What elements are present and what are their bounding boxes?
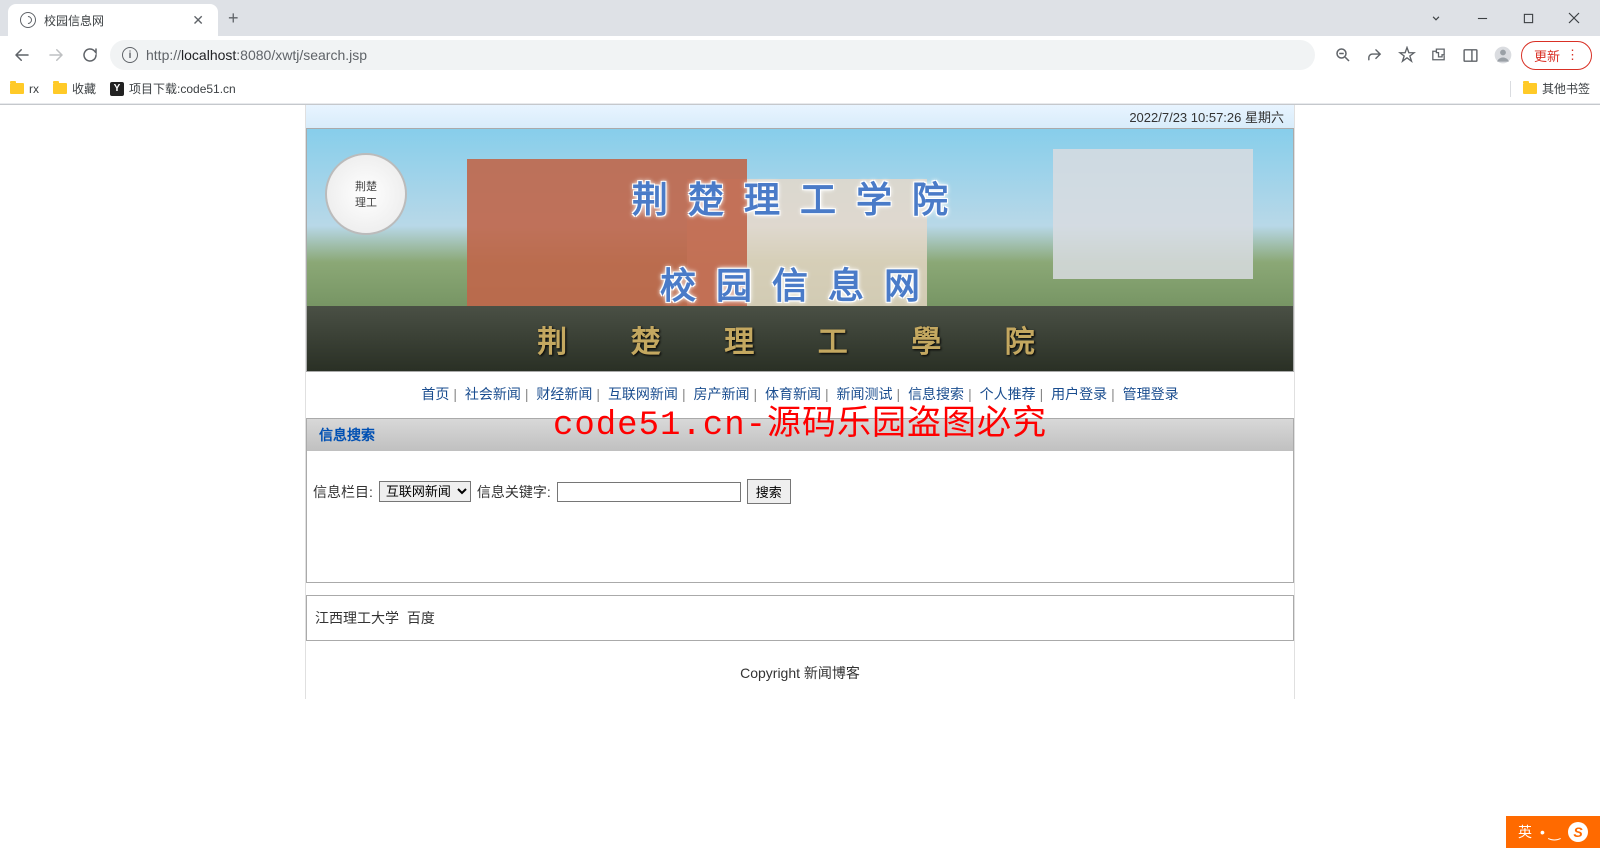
info-icon[interactable]: i xyxy=(122,47,138,63)
ime-logo-icon: S xyxy=(1568,822,1588,842)
separator: | xyxy=(1039,386,1045,402)
separator xyxy=(1510,81,1511,97)
menu-dots-icon: ⋮ xyxy=(1566,47,1579,63)
address-bar[interactable]: i http://localhost:8080/xwtj/search.jsp xyxy=(110,40,1315,70)
separator: | xyxy=(752,386,758,402)
keyword-input[interactable] xyxy=(557,482,741,502)
sign-wall: 荆 楚 理 工 學 院 xyxy=(307,306,1293,371)
zoom-icon[interactable] xyxy=(1329,41,1357,69)
browser-chrome: 校园信息网 ✕ + i http://localhost:8080/xwtj/s… xyxy=(0,0,1600,105)
banner-title-school: 荆楚理工学院 xyxy=(632,171,968,223)
url-text: http://localhost:8080/xwtj/search.jsp xyxy=(146,47,367,63)
friend-links: 江西理工大学 百度 xyxy=(306,595,1294,641)
bookmark-rx[interactable]: rx xyxy=(10,82,39,96)
nav-search[interactable]: 信息搜索 xyxy=(905,386,967,402)
nav-home[interactable]: 首页 xyxy=(418,386,452,402)
window-controls xyxy=(1414,3,1600,33)
category-select[interactable]: 互联网新闻 xyxy=(379,481,471,502)
folder-icon xyxy=(10,83,24,94)
banner-title-site: 校园信息网 xyxy=(660,257,940,309)
url-host: localhost xyxy=(181,47,236,63)
category-label: 信息栏目: xyxy=(313,482,373,502)
separator: | xyxy=(452,386,458,402)
nav-admin-login[interactable]: 管理登录 xyxy=(1120,386,1182,402)
separator: | xyxy=(524,386,530,402)
share-icon[interactable] xyxy=(1361,41,1389,69)
reload-button[interactable] xyxy=(76,41,104,69)
building-decoration xyxy=(1053,149,1253,279)
page-container: 2022/7/23 10:57:26 星期六 荆楚理工 荆楚理工学院 校园信息网… xyxy=(305,105,1295,699)
separator: | xyxy=(824,386,830,402)
bookmark-code51[interactable]: Y 项目下载:code51.cn xyxy=(110,80,236,97)
keyword-label: 信息关键字: xyxy=(477,482,551,502)
bookmark-favorites[interactable]: 收藏 xyxy=(53,80,96,97)
browser-toolbar: i http://localhost:8080/xwtj/search.jsp … xyxy=(0,36,1600,74)
minimize-icon[interactable] xyxy=(1460,3,1504,33)
link-baidu[interactable]: 百度 xyxy=(407,610,435,626)
back-button[interactable] xyxy=(8,41,36,69)
close-icon[interactable]: ✕ xyxy=(190,12,206,29)
sign-text: 荆 楚 理 工 學 院 xyxy=(537,317,1063,361)
nav-realestate[interactable]: 房产新闻 xyxy=(690,386,752,402)
chevron-down-icon[interactable] xyxy=(1414,3,1458,33)
star-icon[interactable] xyxy=(1393,41,1421,69)
folder-icon xyxy=(53,83,67,94)
globe-icon xyxy=(20,12,36,28)
tab-title: 校园信息网 xyxy=(44,12,182,29)
separator: | xyxy=(896,386,902,402)
nav-recommend[interactable]: 个人推荐 xyxy=(977,386,1039,402)
page-content: code51.cn-源码乐园盗图必究 2022/7/23 10:57:26 星期… xyxy=(0,105,1600,849)
url-prefix: http:// xyxy=(146,47,181,63)
toolbar-right: 更新 ⋮ xyxy=(1329,41,1592,70)
bookmark-label: rx xyxy=(29,82,39,96)
update-label: 更新 xyxy=(1534,46,1560,65)
bookmark-label: 项目下载:code51.cn xyxy=(129,80,236,97)
tab-bar: 校园信息网 ✕ + xyxy=(0,0,1600,36)
y-icon: Y xyxy=(110,82,124,96)
search-form: 信息栏目: 互联网新闻 信息关键字: 搜索 xyxy=(307,451,1293,582)
nav-finance[interactable]: 财经新闻 xyxy=(533,386,595,402)
ime-indicator[interactable]: 英 • ‿ S xyxy=(1506,816,1600,848)
bookmark-label: 其他书签 xyxy=(1542,80,1590,97)
other-bookmarks[interactable]: 其他书签 xyxy=(1523,80,1590,97)
maximize-icon[interactable] xyxy=(1506,3,1550,33)
banner: 荆楚理工 荆楚理工学院 校园信息网 荆 楚 理 工 學 院 xyxy=(306,128,1294,372)
nav-society[interactable]: 社会新闻 xyxy=(462,386,524,402)
link-jxust[interactable]: 江西理工大学 xyxy=(315,610,399,626)
separator: | xyxy=(681,386,687,402)
bookmark-label: 收藏 xyxy=(72,80,96,97)
url-path: :8080/xwtj/search.jsp xyxy=(236,47,367,63)
copyright: Copyright 新闻博客 xyxy=(306,647,1294,699)
search-panel: 信息搜索 信息栏目: 互联网新闻 信息关键字: 搜索 xyxy=(306,418,1294,583)
separator: | xyxy=(1110,386,1116,402)
nav-user-login[interactable]: 用户登录 xyxy=(1048,386,1110,402)
extensions-icon[interactable] xyxy=(1425,41,1453,69)
bookmarks-bar: rx 收藏 Y 项目下载:code51.cn 其他书签 xyxy=(0,74,1600,104)
browser-tab[interactable]: 校园信息网 ✕ xyxy=(8,4,218,36)
update-button[interactable]: 更新 ⋮ xyxy=(1521,41,1592,70)
forward-button[interactable] xyxy=(42,41,70,69)
nav-test[interactable]: 新闻测试 xyxy=(834,386,896,402)
ime-lang: 英 xyxy=(1518,822,1532,842)
separator: | xyxy=(967,386,973,402)
ime-dots-icon: • ‿ xyxy=(1540,824,1560,841)
close-window-icon[interactable] xyxy=(1552,3,1596,33)
folder-icon xyxy=(1523,83,1537,94)
nav-sports[interactable]: 体育新闻 xyxy=(762,386,824,402)
new-tab-button[interactable]: + xyxy=(218,8,249,29)
separator: | xyxy=(595,386,601,402)
profile-icon[interactable] xyxy=(1489,41,1517,69)
datetime-bar: 2022/7/23 10:57:26 星期六 xyxy=(306,105,1294,128)
search-button[interactable]: 搜索 xyxy=(747,479,791,504)
nav-menu: 首页| 社会新闻| 财经新闻| 互联网新闻| 房产新闻| 体育新闻| 新闻测试|… xyxy=(306,372,1294,416)
nav-internet[interactable]: 互联网新闻 xyxy=(605,386,681,402)
school-logo: 荆楚理工 xyxy=(325,153,407,235)
side-panel-icon[interactable] xyxy=(1457,41,1485,69)
panel-header: 信息搜索 xyxy=(307,419,1293,451)
